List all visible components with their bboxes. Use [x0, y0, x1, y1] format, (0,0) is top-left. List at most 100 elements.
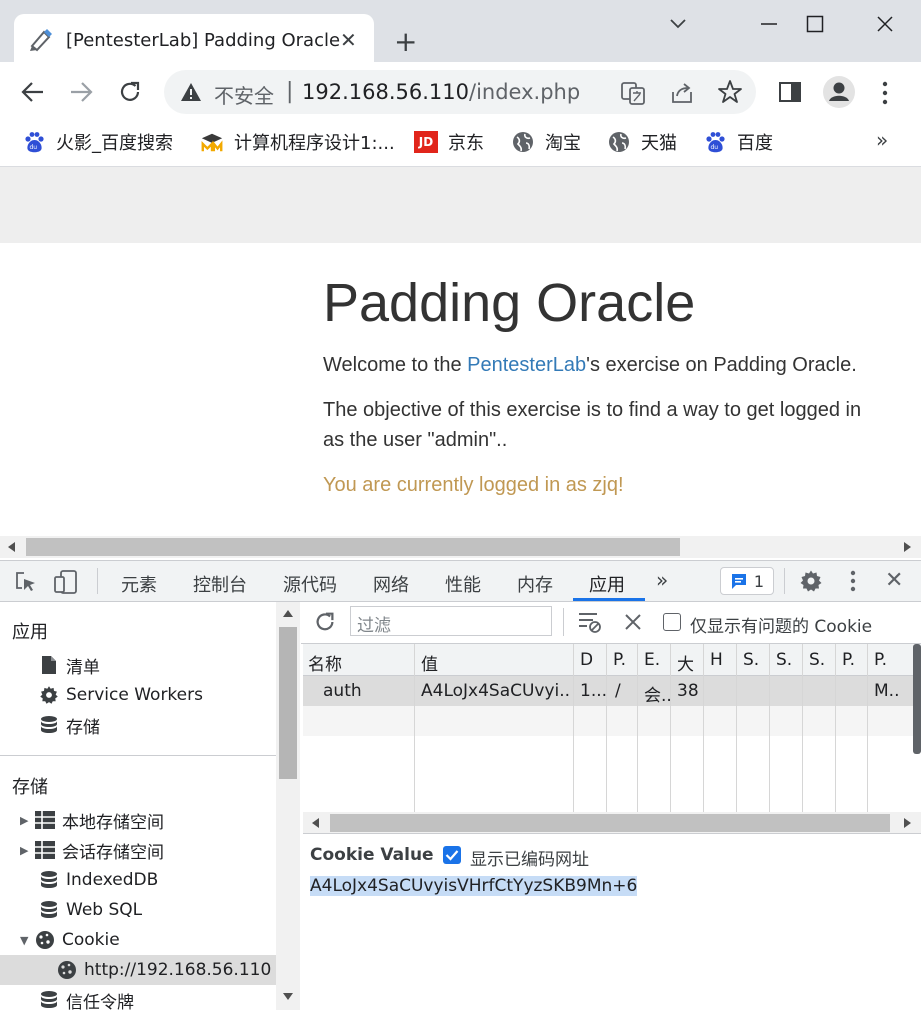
mooc-icon — [200, 130, 224, 154]
menu-kebab-icon[interactable] — [880, 80, 890, 106]
security-label[interactable]: 不安全 — [214, 80, 274, 109]
scroll-right-icon[interactable] — [904, 542, 912, 552]
column-header-value[interactable]: 值 — [421, 650, 438, 675]
column-header-expires[interactable]: E. — [644, 650, 660, 670]
tab-sources[interactable]: 源代码 — [283, 571, 337, 597]
collapse-triangle-icon[interactable]: ▼ — [20, 934, 34, 947]
tab-console[interactable]: 控制台 — [193, 571, 247, 597]
device-toolbar-icon[interactable] — [53, 569, 79, 595]
window-close-icon[interactable] — [862, 8, 908, 40]
cookie-value-cell[interactable]: A4LoJx4SaCUvyi... — [421, 681, 569, 701]
table-row[interactable] — [303, 676, 921, 706]
cookie-priority-cell[interactable]: M.. — [874, 681, 899, 701]
cookie-domain-cell[interactable]: 1... — [580, 681, 607, 701]
bookmark-item[interactable]: du 火影_百度搜索 — [22, 130, 173, 154]
tab-elements[interactable]: 元素 — [121, 571, 157, 597]
active-tab-indicator — [573, 598, 645, 601]
sidebar-item-service-workers[interactable]: Service Workers — [38, 680, 203, 710]
page-scroll-thumb[interactable] — [26, 538, 680, 556]
column-header-partition[interactable]: P. — [842, 650, 855, 670]
bookmark-item[interactable]: JD 京东 — [414, 130, 484, 154]
cookie-size-cell[interactable]: 38 — [677, 681, 699, 701]
sidebar-item-cookie[interactable]: ▼ Cookie — [20, 925, 120, 955]
settings-gear-icon[interactable] — [799, 569, 823, 593]
tab-memory[interactable]: 内存 — [517, 571, 553, 597]
scroll-right-icon[interactable] — [904, 818, 912, 828]
cookie-value-text[interactable]: A4LoJx4SaCUvyisVHrfCtYyzSKB9Mn+6 — [310, 876, 638, 896]
tab-search-icon[interactable] — [655, 8, 701, 40]
panel-edge-scrollbar[interactable] — [913, 644, 921, 754]
side-panel-icon[interactable] — [778, 80, 802, 104]
reload-icon[interactable] — [117, 79, 143, 105]
column-header-domain[interactable]: D — [580, 650, 593, 670]
scroll-down-icon[interactable] — [283, 993, 293, 1001]
warning-icon[interactable] — [180, 82, 202, 102]
tab-network[interactable]: 网络 — [373, 571, 409, 597]
more-tabs-button[interactable]: » — [656, 568, 668, 592]
bookmark-item[interactable]: 计算机程序设计1:... — [200, 130, 395, 154]
cookie-filter-input[interactable]: 过滤 — [350, 606, 552, 636]
profile-avatar-icon[interactable] — [822, 75, 856, 109]
sidebar-item-manifest[interactable]: 清单 — [38, 650, 100, 680]
table-scroll-thumb[interactable] — [330, 814, 890, 832]
sidebar-item-local-storage[interactable]: ▶ 本地存储空间 — [20, 805, 164, 835]
more-bookmarks-button[interactable]: » — [876, 128, 888, 152]
url-host: 192.168.56.110 — [302, 80, 469, 104]
share-icon[interactable] — [669, 80, 695, 106]
new-tab-button[interactable]: + — [394, 25, 417, 58]
expand-triangle-icon[interactable]: ▶ — [20, 844, 34, 857]
bookmark-item[interactable]: du 百度 — [703, 130, 773, 154]
refresh-icon[interactable] — [313, 610, 337, 634]
column-header-sameparty[interactable]: S. — [809, 650, 825, 670]
bookmark-item[interactable]: 淘宝 — [511, 130, 581, 154]
toolbar-divider — [97, 568, 98, 594]
column-header-name[interactable]: 名称 — [308, 650, 342, 675]
maximize-icon[interactable] — [792, 8, 838, 40]
cookie-path-cell[interactable]: / — [615, 681, 621, 701]
tab-close-button[interactable]: ✕ — [340, 28, 357, 52]
delete-cookie-icon[interactable] — [624, 613, 642, 631]
objective-text-line2: as the user "admin".. — [323, 429, 508, 451]
expand-triangle-icon[interactable]: ▶ — [20, 814, 34, 827]
column-header-size[interactable]: 大 — [677, 650, 694, 675]
favicon-icon — [28, 26, 54, 52]
url-text[interactable]: 192.168.56.110/index.php — [302, 80, 580, 104]
column-header-httponly[interactable]: H — [710, 650, 723, 670]
clear-filtered-icon[interactable] — [577, 610, 603, 634]
forward-arrow-icon[interactable] — [68, 80, 94, 104]
bookmark-item[interactable]: 天猫 — [607, 130, 677, 154]
sidebar-scroll-thumb[interactable] — [279, 627, 297, 779]
sidebar-item-session-storage[interactable]: ▶ 会话存储空间 — [20, 835, 164, 865]
globe-icon — [607, 130, 631, 154]
column-header-secure[interactable]: S. — [743, 650, 759, 670]
sidebar-item-cookie-origin[interactable]: http://192.168.56.110 — [56, 955, 271, 985]
show-decoded-checkbox[interactable] — [443, 846, 461, 864]
only-issues-checkbox[interactable] — [663, 613, 681, 631]
scroll-left-icon[interactable] — [312, 818, 320, 828]
scroll-left-icon[interactable] — [8, 542, 16, 552]
cookie-name-cell[interactable]: auth — [323, 681, 362, 701]
issues-count: 1 — [753, 571, 765, 591]
sidebar-item-label: 本地存储空间 — [62, 812, 164, 833]
minimize-icon[interactable] — [746, 8, 792, 40]
column-header-samesite[interactable]: S. — [776, 650, 792, 670]
bookmark-star-icon[interactable] — [717, 79, 743, 105]
sidebar-item-trust-tokens[interactable]: 信任令牌 — [38, 985, 134, 1015]
inspect-element-icon[interactable] — [14, 570, 38, 594]
tab-performance[interactable]: 性能 — [445, 571, 481, 597]
translate-icon[interactable] — [620, 80, 646, 106]
table-grid-icon — [34, 809, 56, 831]
tab-application[interactable]: 应用 — [589, 571, 625, 597]
cookie-expires-cell[interactable]: 会.. — [644, 681, 672, 706]
sidebar-item-storage[interactable]: 存储 — [38, 710, 100, 740]
sidebar-item-indexeddb[interactable]: IndexedDB — [38, 865, 158, 895]
pentesterlab-link[interactable]: PentesterLab — [467, 354, 586, 376]
scroll-up-icon[interactable] — [283, 610, 293, 618]
column-header-path[interactable]: P. — [613, 650, 626, 670]
issues-button[interactable]: 1 — [720, 567, 774, 595]
sidebar-item-web-sql[interactable]: Web SQL — [38, 895, 142, 925]
column-header-priority[interactable]: P. — [874, 650, 887, 670]
devtools-menu-icon[interactable] — [848, 569, 858, 593]
back-arrow-icon[interactable] — [20, 80, 46, 104]
devtools-close-button[interactable]: ✕ — [885, 568, 903, 593]
